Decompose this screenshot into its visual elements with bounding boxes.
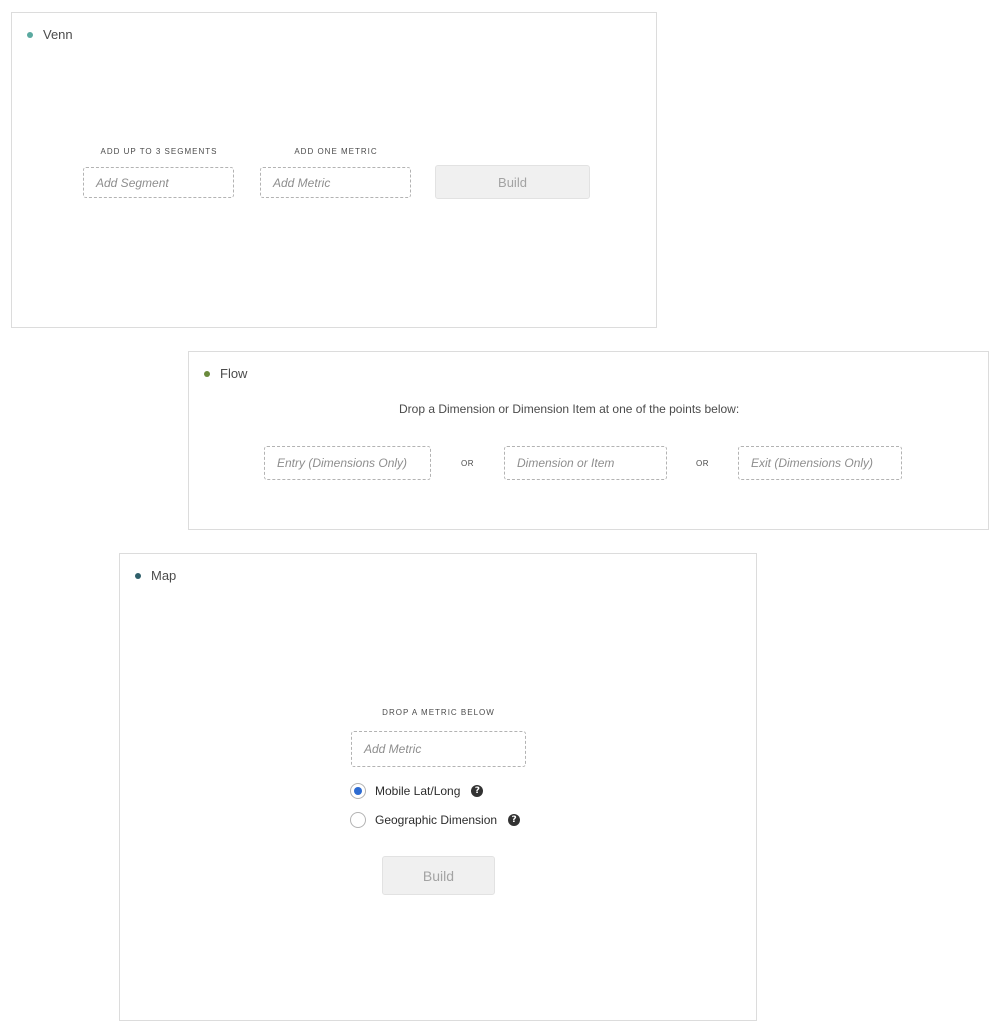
venn-title: Venn [43,27,73,42]
flow-entry-dropzone[interactable]: Entry (Dimensions Only) [264,446,431,480]
flow-header: Flow [204,366,247,381]
radio-label: Mobile Lat/Long [375,784,461,798]
flow-title: Flow [220,366,248,381]
map-build-button[interactable]: Build [382,856,495,895]
question-circle-icon[interactable]: ? [471,785,484,797]
page: Venn ADD UP TO 3 SEGMENTS ADD ONE METRIC… [0,0,998,1029]
question-circle-icon[interactable]: ? [508,814,521,826]
radio-label: Geographic Dimension [375,813,498,827]
venn-build-button[interactable]: Build [435,165,590,199]
radio-selected-indicator [354,787,362,795]
venn-header: Venn [27,27,73,42]
flow-or-label-1: OR [461,459,474,468]
radio-mobile-lat-long[interactable]: Mobile Lat/Long ? [350,783,484,799]
flow-or-label-2: OR [696,459,709,468]
flow-panel: Flow Drop a Dimension or Dimension Item … [188,351,989,530]
radio-geographic-dimension[interactable]: Geographic Dimension ? [350,812,521,828]
add-segment-dropzone[interactable]: Add Segment [83,167,234,198]
add-metric-dropzone[interactable]: Add Metric [260,167,411,198]
flow-status-dot [204,370,210,377]
map-metric-label: DROP A METRIC BELOW [382,708,495,717]
venn-status-dot [27,31,33,38]
map-panel: Map DROP A METRIC BELOW Add Metric Mobil… [119,553,757,1021]
segments-label: ADD UP TO 3 SEGMENTS [100,147,218,156]
flow-exit-dropzone[interactable]: Exit (Dimensions Only) [738,446,902,480]
venn-panel: Venn ADD UP TO 3 SEGMENTS ADD ONE METRIC… [11,12,657,328]
map-title: Map [151,568,177,583]
radio-button[interactable] [350,812,366,828]
map-add-metric-dropzone[interactable]: Add Metric [351,731,526,767]
map-header: Map [135,568,176,583]
flow-dimension-dropzone[interactable]: Dimension or Item [504,446,667,480]
metric-label: ADD ONE METRIC [294,147,378,156]
flow-instruction: Drop a Dimension or Dimension Item at on… [399,402,740,416]
radio-button[interactable] [350,783,366,799]
map-status-dot [135,572,141,579]
